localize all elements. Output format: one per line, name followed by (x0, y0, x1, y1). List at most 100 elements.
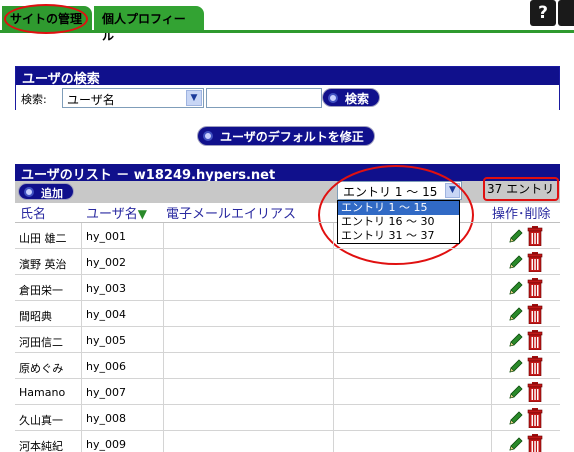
table-row: 間昭典 hy_004 (15, 301, 560, 327)
delete-trash-icon[interactable] (527, 356, 543, 377)
edit-pencil-icon[interactable] (508, 384, 524, 400)
column-header-username[interactable]: ユーザ名▼ (86, 203, 147, 223)
table-row: 河田信二 hy_005 (15, 327, 560, 353)
search-button[interactable]: 検索 (322, 88, 381, 107)
delete-trash-icon[interactable] (527, 304, 543, 325)
user-extra-cell (334, 431, 492, 452)
user-email-alias (164, 353, 334, 378)
delete-trash-icon[interactable] (527, 382, 543, 403)
table-row: 倉田栄一 hy_003 (15, 275, 560, 301)
button-bullet-icon (24, 187, 34, 197)
table-row: 山田 雄二 hy_001 (15, 223, 560, 249)
entries-dropdown-list[interactable]: エントリ 1 ～ 15 エントリ 16 ～ 30 エントリ 31 ～ 37 (337, 200, 460, 244)
window-control-icon[interactable] (558, 0, 574, 26)
search-input[interactable] (206, 88, 322, 108)
entries-option[interactable]: エントリ 31 ～ 37 (338, 229, 459, 243)
user-email-alias (164, 275, 334, 300)
entries-option[interactable]: エントリ 16 ～ 30 (338, 215, 459, 229)
user-list-toolbar: 追加 (15, 181, 560, 203)
tab-profile[interactable]: 個人プロフィール (94, 6, 204, 43)
user-extra-cell (334, 327, 492, 352)
edit-user-defaults-label: ユーザのデフォルトを修正 (220, 130, 364, 144)
edit-pencil-icon[interactable] (508, 410, 524, 426)
edit-pencil-icon[interactable] (508, 332, 524, 348)
user-extra-cell (334, 301, 492, 326)
row-actions (508, 304, 546, 325)
tab-underline (0, 30, 574, 33)
chevron-down-icon[interactable]: ▼ (186, 90, 202, 106)
table-row: 濱野 英治 hy_002 (15, 249, 560, 275)
user-email-alias (164, 249, 334, 274)
edit-user-defaults-button[interactable]: ユーザのデフォルトを修正 (197, 126, 375, 146)
user-search-panel: ユーザの検索 検索: ユーザ名 ▼ 検索 (15, 66, 560, 110)
user-full-name: 久山真一 (15, 405, 82, 430)
edit-pencil-icon[interactable] (508, 228, 524, 244)
column-header-username-label: ユーザ名 (86, 207, 138, 222)
user-email-alias (164, 223, 334, 248)
search-section-title: ユーザの検索 (16, 67, 559, 87)
user-username: hy_003 (82, 275, 164, 300)
user-username: hy_008 (82, 405, 164, 430)
row-actions (508, 330, 546, 351)
search-field-select[interactable]: ユーザ名 ▼ (62, 88, 204, 108)
user-extra-cell (334, 379, 492, 404)
user-email-alias (164, 327, 334, 352)
row-actions (508, 408, 546, 429)
button-bullet-icon (203, 131, 213, 141)
column-header-email[interactable]: 電子メールエイリアス (166, 203, 296, 223)
user-list-title: ユーザのリスト － w18249.hypers.net (15, 164, 560, 183)
user-email-alias (164, 431, 334, 452)
user-full-name: 河田信二 (15, 327, 82, 352)
sort-desc-icon[interactable]: ▼ (138, 207, 147, 221)
entries-option[interactable]: エントリ 1 ～ 15 (338, 201, 459, 215)
search-field-value: ユーザ名 (67, 93, 115, 107)
top-tab-bar: サイトの管理 個人プロフィール ? (0, 0, 574, 43)
table-row: Hamano hy_007 (15, 379, 560, 405)
user-email-alias (164, 405, 334, 430)
user-username: hy_006 (82, 353, 164, 378)
user-full-name: 河本純紀 (15, 431, 82, 452)
user-full-name: Hamano (15, 379, 82, 404)
user-username: hy_004 (82, 301, 164, 326)
add-user-label: 追加 (41, 187, 63, 200)
edit-pencil-icon[interactable] (508, 358, 524, 374)
button-bullet-icon (328, 93, 338, 103)
row-actions (508, 252, 546, 273)
row-actions (508, 278, 546, 299)
edit-pencil-icon[interactable] (508, 280, 524, 296)
table-row: 久山真一 hy_008 (15, 405, 560, 431)
user-email-alias (164, 301, 334, 326)
table-row: 河本純紀 hy_009 (15, 431, 560, 452)
column-header-name[interactable]: 氏名 (20, 203, 46, 223)
delete-trash-icon[interactable] (527, 408, 543, 429)
user-username: hy_009 (82, 431, 164, 452)
help-icon[interactable]: ? (530, 0, 556, 26)
user-extra-cell (334, 275, 492, 300)
delete-trash-icon[interactable] (527, 278, 543, 299)
user-email-alias (164, 379, 334, 404)
edit-pencil-icon[interactable] (508, 306, 524, 322)
add-user-button[interactable]: 追加 (18, 183, 74, 200)
user-username: hy_005 (82, 327, 164, 352)
entries-select[interactable]: エントリ 1 ～ 15 ▼ (337, 181, 462, 200)
delete-trash-icon[interactable] (527, 226, 543, 247)
delete-trash-icon[interactable] (527, 252, 543, 273)
row-actions (508, 356, 546, 377)
user-username: hy_007 (82, 379, 164, 404)
search-label: 検索: (21, 93, 47, 106)
delete-trash-icon[interactable] (527, 330, 543, 351)
table-row: 原めぐみ hy_006 (15, 353, 560, 379)
user-extra-cell (334, 353, 492, 378)
row-actions (508, 434, 546, 452)
user-full-name: 間昭典 (15, 301, 82, 326)
user-username: hy_001 (82, 223, 164, 248)
edit-pencil-icon[interactable] (508, 254, 524, 270)
user-full-name: 濱野 英治 (15, 249, 82, 274)
delete-trash-icon[interactable] (527, 434, 543, 452)
tab-site-admin[interactable]: サイトの管理 (2, 6, 92, 30)
entry-count: 37 エントリ (487, 182, 555, 196)
edit-pencil-icon[interactable] (508, 436, 524, 452)
column-header-actions: 操作･削除 (492, 207, 551, 222)
user-full-name: 原めぐみ (15, 353, 82, 378)
chevron-down-icon[interactable]: ▼ (445, 183, 460, 198)
